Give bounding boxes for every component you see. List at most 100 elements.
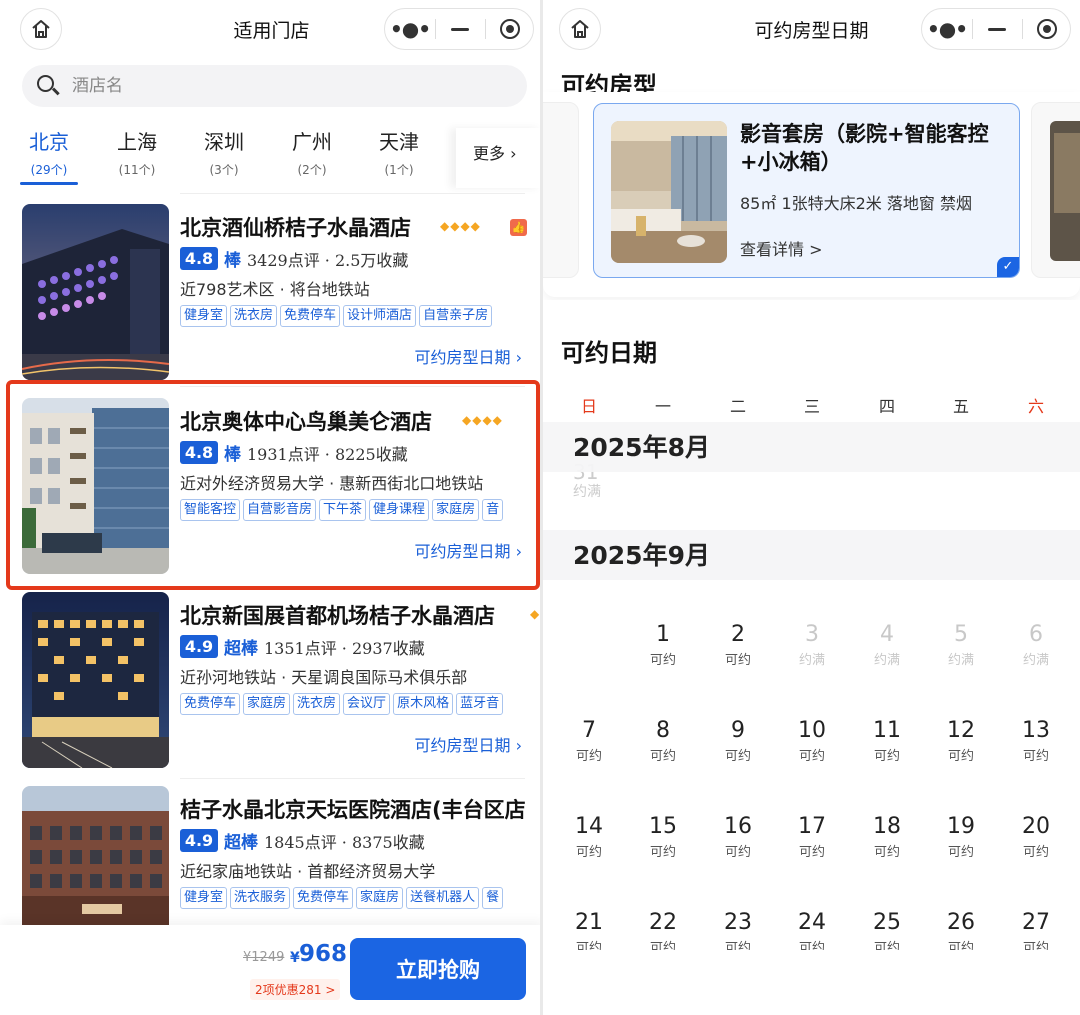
hotel-card[interactable]: 北京新国展首都机场桔子水晶酒店 ◆ 4.9 超棒 1351点评 · 2937收藏 近… <box>20 584 539 768</box>
day-number: 16 <box>724 814 752 839</box>
chevron-right-icon: › <box>510 348 522 367</box>
room-card-prev[interactable] <box>543 102 579 278</box>
weekday-sun: 日 <box>580 397 597 416</box>
calendar-day-available[interactable]: 8 可约 <box>638 718 688 764</box>
calendar-day-available[interactable]: 20 可约 <box>1011 814 1061 860</box>
search-input[interactable] <box>72 74 512 98</box>
calendar-day-available[interactable]: 14 可约 <box>564 814 614 860</box>
minimize-button[interactable] <box>435 9 485 49</box>
tag: 送餐机器人 <box>406 887 480 909</box>
calendar-day-available[interactable]: 10 可约 <box>787 718 837 764</box>
minimize-button[interactable] <box>972 9 1022 49</box>
weekday-sat: 六 <box>1027 397 1044 416</box>
calendar-day-available[interactable]: 23 可约 <box>713 910 763 950</box>
book-dates-link[interactable]: 可约房型日期 › <box>415 732 523 756</box>
city-tab-guangzhou[interactable]: 广州 (2个) <box>277 126 347 178</box>
hotel-tags: 健身室 洗衣房 免费停车 设计师酒店 自营亲子房 <box>180 304 528 328</box>
day-status: 可约 <box>1022 749 1049 764</box>
purchase-bar: ¥1249 ¥ 968 2项优惠281 > 立即抢购 <box>0 925 543 1015</box>
tag: 家庭房 <box>243 693 291 715</box>
view-details-link[interactable]: 查看详情 > <box>740 236 823 260</box>
day-number: 9 <box>731 718 745 743</box>
calendar-day-available[interactable]: 25 可约 <box>862 910 912 950</box>
day-number: 1 <box>656 622 670 647</box>
city-name: 天津 <box>379 130 419 154</box>
city-count: (29个) <box>30 163 68 177</box>
calendar-day-available[interactable]: 9 可约 <box>713 718 763 764</box>
day-number: 18 <box>873 814 901 839</box>
hotel-location: 近纪家庙地铁站 · 首都经济贸易大学 <box>180 862 436 881</box>
sale-price: 968 <box>299 941 348 967</box>
calendar-day-available[interactable]: 24 可约 <box>787 910 837 950</box>
day-status: 可约 <box>575 941 602 950</box>
calendar-day-available[interactable]: 21 可约 <box>564 910 614 950</box>
day-status: 可约 <box>798 749 825 764</box>
hotel-photo <box>22 204 169 380</box>
room-dates-screen: 可约房型日期 •●• 可约房型 影音套房（影院+智能客控+小冰箱） 85㎡ 1张… <box>543 0 1080 1015</box>
day-status: 可约 <box>873 941 900 950</box>
hotel-photo <box>22 786 169 928</box>
calendar-day-available[interactable]: 27 可约 <box>1011 910 1061 950</box>
day-status: 可约 <box>649 749 676 764</box>
room-carousel[interactable]: 影音套房（影院+智能客控+小冰箱） 85㎡ 1张特大床2米 落地窗 禁烟 查看详… <box>543 100 1080 290</box>
close-button[interactable] <box>485 9 535 49</box>
tag: 健身室 <box>180 305 228 327</box>
calendar-day-available[interactable]: 13 可约 <box>1011 718 1061 764</box>
more-button[interactable]: •●• <box>922 9 972 49</box>
day-number: 20 <box>1022 814 1050 839</box>
calendar-day-available[interactable]: 22 可约 <box>638 910 688 950</box>
day-status: 可约 <box>947 941 974 950</box>
calendar-day-available[interactable]: 12 可约 <box>936 718 986 764</box>
hotel-tags: 免费停车 家庭房 洗衣房 会议厅 原木风格 蓝牙音 <box>180 692 528 716</box>
city-tab-shenzhen[interactable]: 深圳 (3个) <box>189 126 259 178</box>
more-button[interactable]: •●• <box>385 9 435 49</box>
city-tab-beijing[interactable]: 北京 (29个) <box>14 126 84 178</box>
date-section-title: 可约日期 <box>561 339 657 367</box>
calendar-day-available[interactable]: 11 可约 <box>862 718 912 764</box>
close-button[interactable] <box>1022 9 1072 49</box>
hotel-card[interactable]: 桔子水晶北京天坛医院酒店(丰台区店 4.9 超棒 1845点评 · 8375收藏 近… <box>20 778 530 928</box>
calendar-day-available[interactable]: 7 可约 <box>564 718 614 764</box>
tag: 洗衣服务 <box>230 887 291 909</box>
day-status: 可约 <box>798 845 825 860</box>
calendar-day-available[interactable]: 15 可约 <box>638 814 688 860</box>
chevron-right-icon: › <box>510 144 517 163</box>
score-badge: 4.9 <box>180 829 218 852</box>
day-number: 17 <box>798 814 826 839</box>
calendar-day-available[interactable]: 1 可约 <box>638 622 688 668</box>
city-count: (1个) <box>384 163 414 177</box>
day-number: 6 <box>1029 622 1043 647</box>
room-card-next[interactable] <box>1031 102 1080 278</box>
calendar-grid: 1 可约 2 可约 3 约满 4 约满 5 约满 6 约满 7 可约 8 可约 9 可约 10 可约 11 可约 12 可约 1… <box>543 600 1080 950</box>
minimize-icon <box>451 27 469 31</box>
coupon-badge[interactable]: 2项优惠281 > <box>250 979 341 1000</box>
room-card-selected[interactable]: 影音套房（影院+智能客控+小冰箱） 85㎡ 1张特大床2米 落地窗 禁烟 查看详… <box>593 103 1020 278</box>
top-bar: 可约房型日期 •●• <box>543 0 1080 58</box>
day-number: 15 <box>649 814 677 839</box>
more-cities-button[interactable]: 更多 › <box>456 128 543 188</box>
grade-label: 棒 <box>224 251 241 271</box>
calendar-day-available[interactable]: 16 可约 <box>713 814 763 860</box>
day-status: 可约 <box>724 653 751 668</box>
hotel-name: 桔子水晶北京天坛医院酒店(丰台区店 <box>180 798 526 822</box>
city-tab-tianjin[interactable]: 天津 (1个) <box>364 126 434 178</box>
close-target-icon <box>500 19 520 39</box>
city-name: 深圳 <box>204 130 244 154</box>
tag: 餐 <box>482 887 504 909</box>
day-number: 12 <box>947 718 975 743</box>
calendar-day-available[interactable]: 18 可约 <box>862 814 912 860</box>
more-dots-icon: •●• <box>926 17 968 41</box>
calendar-day-available[interactable]: 26 可约 <box>936 910 986 950</box>
hotel-card[interactable]: 北京酒仙桥桔子水晶酒店 ◆◆◆◆ 👍 4.8 棒 3429点评 · 2.5万收藏 近… <box>20 196 530 380</box>
day-status: 可约 <box>724 845 751 860</box>
calendar-day-full: 4 约满 <box>862 622 912 668</box>
calendar-day-available[interactable]: 17 可约 <box>787 814 837 860</box>
calendar-day-available[interactable]: 2 可约 <box>713 622 763 668</box>
buy-now-button[interactable]: 立即抢购 <box>350 938 526 1000</box>
book-dates-link[interactable]: 可约房型日期 › <box>415 344 523 368</box>
top-bar: 适用门店 •●• <box>0 0 543 58</box>
day-number: 21 <box>575 910 603 935</box>
city-tab-shanghai[interactable]: 上海 (11个) <box>102 126 172 178</box>
calendar-day-available[interactable]: 19 可约 <box>936 814 986 860</box>
city-count: (3个) <box>209 163 239 177</box>
